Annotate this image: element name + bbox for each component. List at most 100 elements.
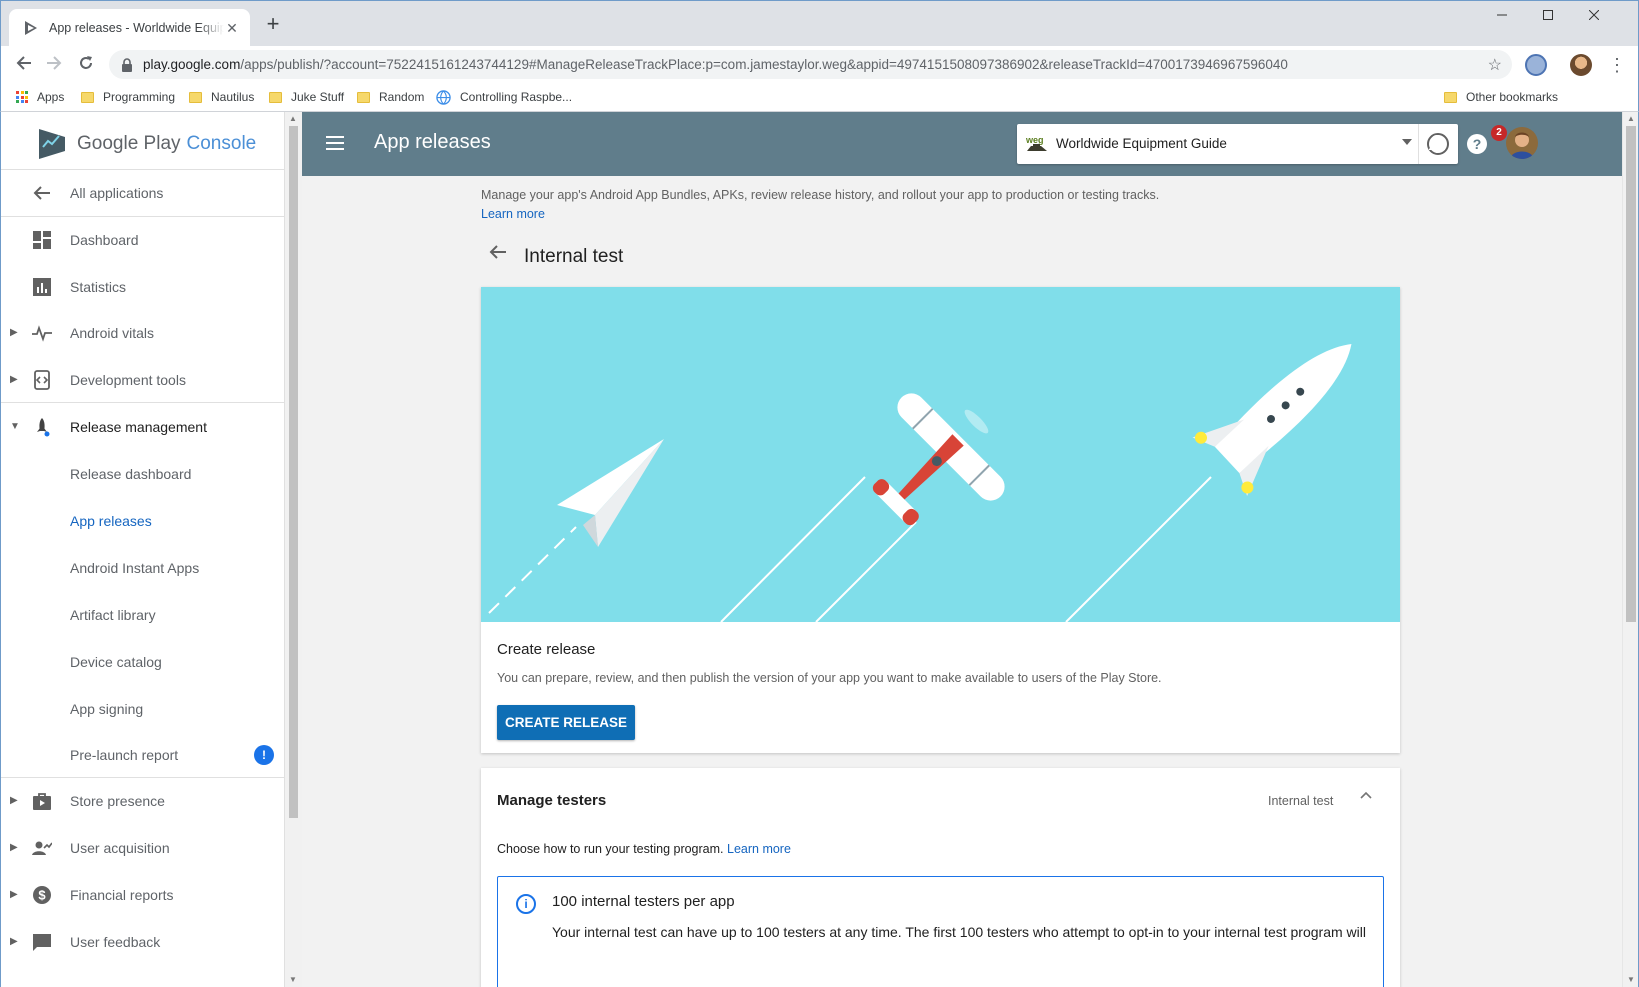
bookmark-random[interactable]: Random xyxy=(357,89,424,105)
back-arrow-icon xyxy=(16,56,31,70)
sidebar-scrollbar[interactable]: ▲ ▼ xyxy=(285,112,302,987)
statistics-icon xyxy=(33,277,51,296)
expand-caret-icon[interactable]: ▶ xyxy=(10,374,18,385)
profile-avatar-icon[interactable] xyxy=(1570,54,1592,76)
scroll-up-arrow-icon[interactable]: ▲ xyxy=(1626,114,1636,123)
create-release-card: Create release You can prepare, review, … xyxy=(481,287,1400,753)
maximize-button[interactable] xyxy=(1525,1,1571,31)
browser-menu-icon[interactable]: ⋮ xyxy=(1604,52,1630,78)
minimize-icon xyxy=(1497,14,1507,16)
sidebar-item-financial-reports[interactable]: ▶ $ Financial reports xyxy=(1,871,284,918)
extension-icon[interactable] xyxy=(1525,54,1547,76)
sidebar-item-store-presence[interactable]: ▶ Store presence xyxy=(1,777,284,824)
browser-toolbar: play.google.com/apps/publish/?account=75… xyxy=(0,46,1639,83)
scroll-down-arrow-icon[interactable]: ▼ xyxy=(1626,975,1636,984)
reload-icon xyxy=(80,56,92,69)
create-release-description: You can prepare, review, and then publis… xyxy=(497,671,1162,685)
expand-caret-icon[interactable]: ▶ xyxy=(10,842,18,853)
dollar-icon: $ xyxy=(33,885,51,904)
collapse-caret-icon[interactable]: ▼ xyxy=(10,421,20,432)
bookmark-label: Juke Stuff xyxy=(291,90,345,104)
play-console-favicon-icon xyxy=(25,21,37,35)
folder-icon xyxy=(1444,91,1457,103)
svg-text:$: $ xyxy=(38,887,46,902)
bookmark-nautilus[interactable]: Nautilus xyxy=(189,89,254,105)
forward-button[interactable] xyxy=(41,52,67,78)
bookmark-star-icon[interactable]: ☆ xyxy=(1488,55,1502,75)
expand-caret-icon[interactable]: ▶ xyxy=(10,327,18,338)
app-selector-divider xyxy=(1418,124,1419,164)
back-button[interactable] xyxy=(11,52,37,78)
learn-more-link[interactable]: Learn more xyxy=(727,842,791,856)
bookmark-programming[interactable]: Programming xyxy=(81,89,175,105)
hamburger-menu-icon[interactable] xyxy=(326,136,344,150)
bookmark-apps[interactable]: Apps xyxy=(16,89,64,105)
internal-testers-info-box: i 100 internal testers per app Your inte… xyxy=(497,876,1384,987)
page-scrollbar-thumb[interactable] xyxy=(1626,126,1636,622)
bookmark-label: Other bookmarks xyxy=(1466,90,1559,104)
bookmarks-bar: Apps Programming Nautilus Juke Stuff Ran… xyxy=(0,83,1639,112)
info-icon: i xyxy=(516,894,536,914)
back-arrow-icon[interactable] xyxy=(488,242,508,262)
learn-more-link[interactable]: Learn more xyxy=(481,207,545,221)
expand-caret-icon[interactable]: ▶ xyxy=(10,936,18,947)
app-selector[interactable]: weg Worldwide Equipment Guide i xyxy=(1017,124,1458,164)
info-box-body: Your internal test can have up to 100 te… xyxy=(552,924,1366,940)
bookmark-label: Programming xyxy=(103,90,176,104)
page-scrollbar[interactable]: ▲ ▼ xyxy=(1622,112,1638,987)
browser-tab-strip: App releases - Worldwide Equipment Guide… xyxy=(0,0,1639,47)
bookmark-other[interactable]: Other bookmarks xyxy=(1444,89,1558,105)
logo-text: Google Play xyxy=(77,133,181,154)
user-acquisition-icon xyxy=(32,841,52,855)
sidebar-item-artifact-library[interactable]: Artifact library xyxy=(1,591,284,638)
sidebar-item-android-instant-apps[interactable]: Android Instant Apps xyxy=(1,544,284,591)
help-icon[interactable]: ? xyxy=(1465,132,1489,156)
sidebar-item-release-dashboard[interactable]: Release dashboard xyxy=(1,450,284,497)
folder-icon xyxy=(81,91,94,103)
expand-caret-icon[interactable]: ▶ xyxy=(10,795,18,806)
page-description: Manage your app's Android App Bundles, A… xyxy=(481,186,1241,224)
sidebar-item-pre-launch-report[interactable]: Pre-launch report ! xyxy=(1,731,284,778)
sidebar-item-label: Store presence xyxy=(70,792,165,809)
sidebar-item-android-vitals[interactable]: ▶ Android vitals xyxy=(1,309,284,356)
bookmark-label: Random xyxy=(379,90,425,104)
google-play-console-logo[interactable]: Google Play Console xyxy=(37,124,256,164)
sidebar-item-development-tools[interactable]: ▶ Development tools xyxy=(1,356,284,403)
new-tab-button[interactable]: + xyxy=(261,13,285,37)
sidebar-item-label: Financial reports xyxy=(70,886,174,903)
address-bar[interactable]: play.google.com/apps/publish/?account=75… xyxy=(109,50,1512,79)
notifications-bell-icon[interactable] xyxy=(1425,132,1449,156)
scroll-up-arrow-icon[interactable]: ▲ xyxy=(288,114,298,123)
sidebar-item-label: Release dashboard xyxy=(70,465,192,482)
close-window-button[interactable] xyxy=(1571,1,1617,31)
sidebar-item-all-applications[interactable]: All applications xyxy=(1,169,284,216)
svg-text:weg: weg xyxy=(1025,135,1044,145)
sidebar-item-dashboard[interactable]: Dashboard xyxy=(1,216,284,263)
sidebar-item-app-releases[interactable]: App releases xyxy=(1,497,284,544)
testing-method-prompt: Choose how to run your testing program. … xyxy=(497,842,791,856)
sidebar-item-app-signing[interactable]: App signing xyxy=(1,685,284,732)
bookmark-label: Nautilus xyxy=(211,90,255,104)
notification-count-badge: 2 xyxy=(1491,125,1507,141)
url-path: /apps/publish/?account=75224151612437441… xyxy=(240,57,1288,72)
tab-title: App releases - Worldwide Equipment Guide xyxy=(49,21,224,35)
browser-tab[interactable]: App releases - Worldwide Equipment Guide… xyxy=(9,9,250,47)
chevron-up-icon[interactable] xyxy=(1359,788,1373,802)
sidebar-item-user-feedback[interactable]: ▶ User feedback xyxy=(1,918,284,965)
minimize-button[interactable] xyxy=(1479,1,1525,31)
rocket-icon xyxy=(37,417,50,436)
bookmark-controlling-raspberry[interactable]: Controlling Raspbe... xyxy=(436,89,572,105)
sidebar-item-user-acquisition[interactable]: ▶ User acquisition xyxy=(1,824,284,871)
sidebar-item-device-catalog[interactable]: Device catalog xyxy=(1,638,284,685)
dropdown-arrow-icon xyxy=(1402,139,1412,145)
sidebar-scrollbar-thumb[interactable] xyxy=(289,126,298,818)
scroll-down-arrow-icon[interactable]: ▼ xyxy=(288,975,298,984)
sidebar-item-release-management[interactable]: ▼ Release management xyxy=(1,403,284,450)
expand-caret-icon[interactable]: ▶ xyxy=(10,889,18,900)
bookmark-juke-stuff[interactable]: Juke Stuff xyxy=(269,89,344,105)
reload-button[interactable] xyxy=(73,52,99,78)
create-release-button[interactable]: CREATE RELEASE xyxy=(497,705,635,740)
tab-close-icon[interactable]: ✕ xyxy=(224,20,240,36)
sidebar-item-statistics[interactable]: Statistics xyxy=(1,263,284,310)
account-avatar[interactable] xyxy=(1506,127,1538,159)
